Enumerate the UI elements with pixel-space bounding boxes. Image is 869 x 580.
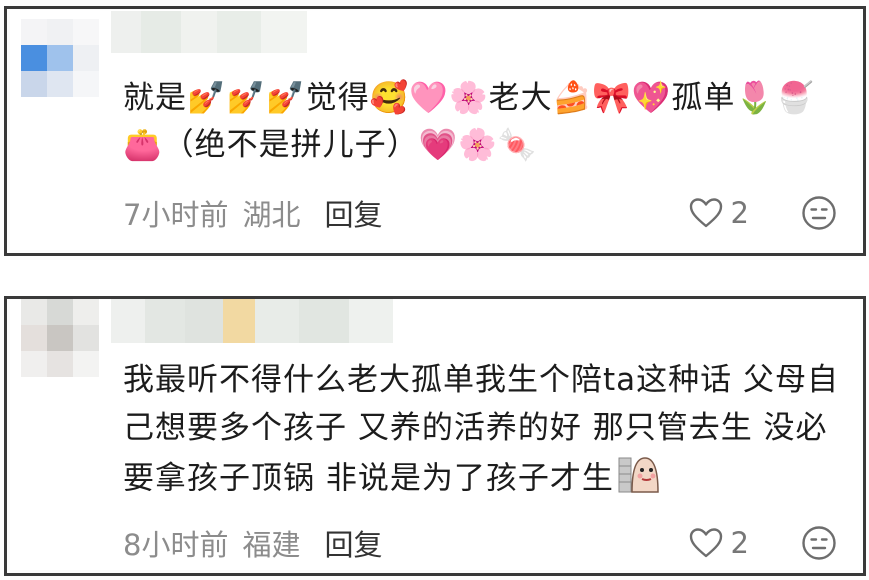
like-count: 2: [730, 526, 749, 560]
like-button[interactable]: 2: [689, 523, 749, 563]
comment-location: 湖北: [242, 198, 301, 232]
comment-card: 我最听不得什么老大孤单我生个陪ta这种话 父母自己想要多个孩子 又养的活养的好 …: [4, 296, 866, 576]
heart-outline-icon: [689, 528, 722, 558]
username-blurred[interactable]: [111, 299, 393, 343]
heart-outline-icon: [689, 198, 722, 228]
dislike-button[interactable]: [801, 525, 837, 561]
comment-text-body: 我最听不得什么老大孤单我生个陪ta这种话 父母自己想要多个孩子 又养的活养的好 …: [123, 362, 840, 497]
reply-button[interactable]: 回复: [324, 522, 382, 564]
avatar[interactable]: [21, 19, 99, 97]
sticker-character-icon: [618, 452, 660, 508]
like-button[interactable]: 2: [689, 193, 749, 233]
comment-text: 就是💅💅💅觉得🥰🩷🌸老大🍰🎀💖孤单🌷🍧👛（绝不是拼儿子）💗🌸🍬: [123, 80, 815, 163]
comment-location: 福建: [242, 528, 301, 562]
comment-time: 8小时前: [123, 528, 229, 562]
comment-text: 我最听不得什么老大孤单我生个陪ta这种话 父母自己想要多个孩子 又养的活养的好 …: [123, 356, 843, 508]
username-blurred[interactable]: [111, 11, 307, 53]
like-count: 2: [730, 196, 749, 230]
reply-button[interactable]: 回复: [324, 192, 382, 234]
frown-face-icon: [802, 196, 836, 230]
frown-face-icon: [802, 526, 836, 560]
avatar[interactable]: [21, 299, 99, 377]
comment-meta: 8小时前 福建 回复 2: [123, 523, 847, 563]
comment-time: 7小时前: [123, 198, 229, 232]
comment-meta: 7小时前 湖北 回复 2: [123, 193, 847, 233]
dislike-button[interactable]: [801, 195, 837, 231]
comment-card: 就是💅💅💅觉得🥰🩷🌸老大🍰🎀💖孤单🌷🍧👛（绝不是拼儿子）💗🌸🍬 7小时前 湖北 …: [4, 6, 866, 256]
